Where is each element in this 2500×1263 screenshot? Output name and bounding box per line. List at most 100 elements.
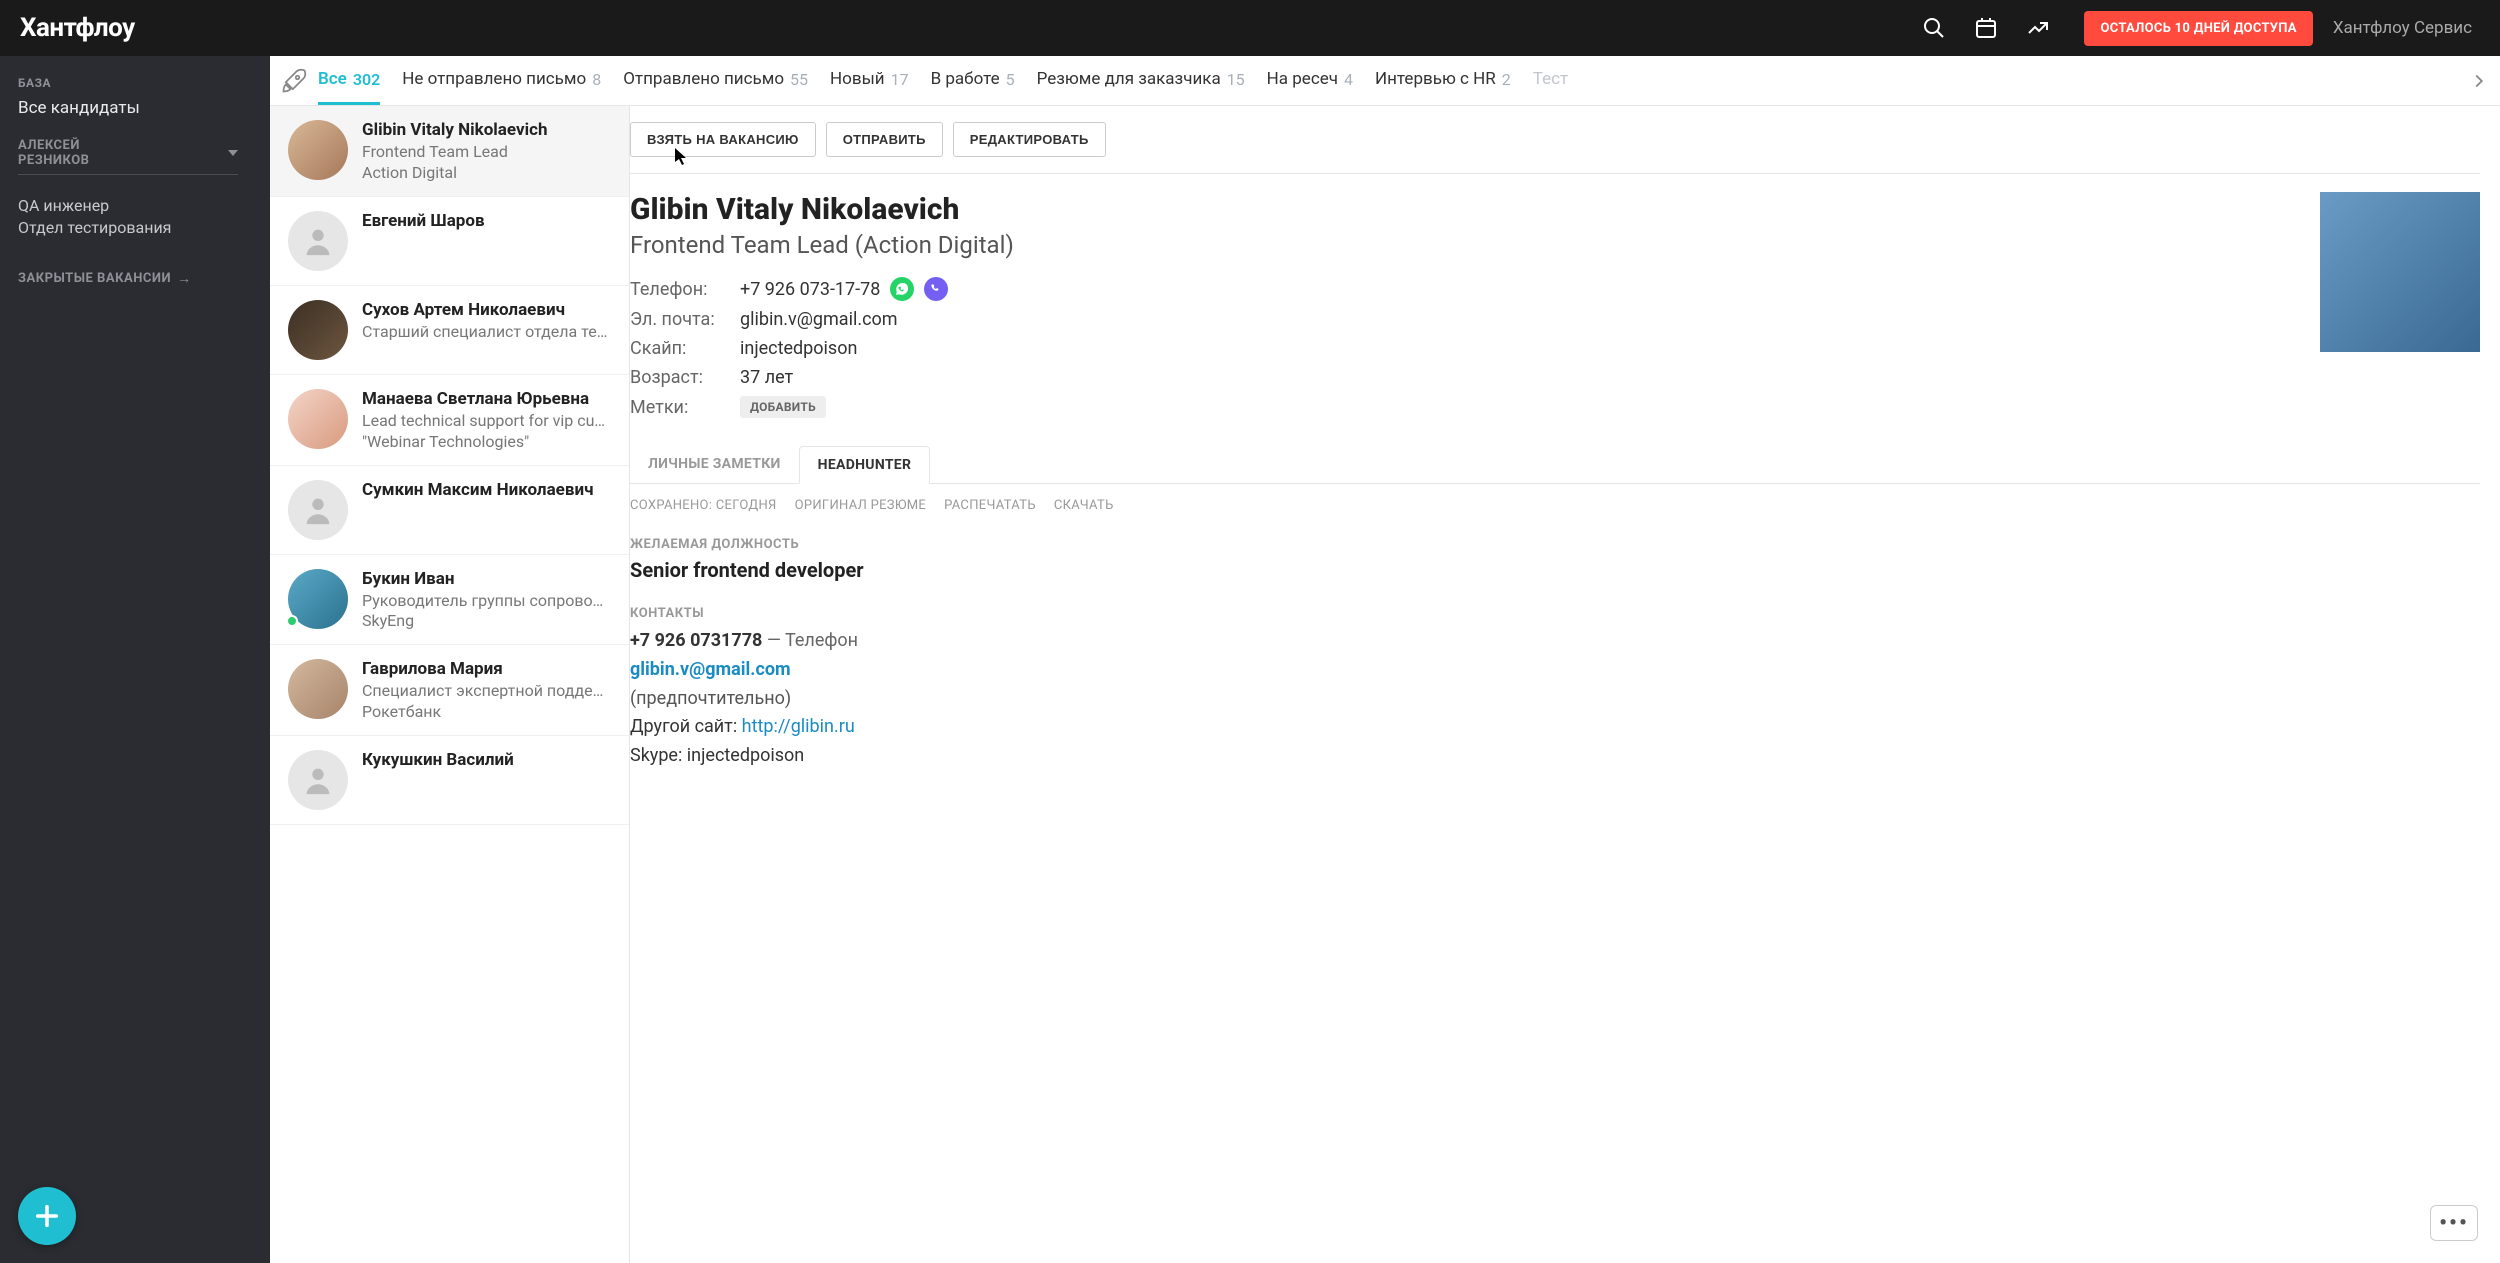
contact-email[interactable]: glibin.v@gmail.com <box>630 659 791 680</box>
phone-label: Телефон: <box>630 279 740 300</box>
email-label: Эл. почта: <box>630 309 740 330</box>
age-label: Возраст: <box>630 367 740 388</box>
candidate-item[interactable]: Сумкин Максим Николаевич <box>270 466 629 555</box>
candidate-company: SkyEng <box>362 611 611 630</box>
tab-personal-notes[interactable]: ЛИЧНЫЕ ЗАМЕТКИ <box>630 446 799 483</box>
status-tab-label: На ресеч <box>1267 69 1338 89</box>
add-button[interactable] <box>18 1187 76 1245</box>
candidate-company: "Webinar Technologies" <box>362 432 611 451</box>
candidate-item[interactable]: Гаврилова МарияСпециалист экспертной под… <box>270 645 629 736</box>
status-tab-7[interactable]: Интервью с HR 2 <box>1375 56 1511 105</box>
saved-label: СОХРАНЕНО: СЕГОДНЯ <box>630 498 777 513</box>
add-tag-button[interactable]: ДОБАВИТЬ <box>740 396 826 418</box>
candidate-position: Старший специалист отдела те… <box>362 322 611 343</box>
logo: Хантфлоу <box>20 13 135 43</box>
status-tab-3[interactable]: Новый17 <box>830 56 909 105</box>
status-tab-label: Тест <box>1533 69 1568 89</box>
avatar <box>288 211 348 271</box>
candidate-name: Сухов Артем Николаевич <box>362 300 611 320</box>
skype-label: Скайп: <box>630 338 740 359</box>
candidate-name: Гаврилова Мария <box>362 659 611 679</box>
status-tab-label: Не отправлено письмо <box>402 69 586 89</box>
print-link[interactable]: РАСПЕЧАТАТЬ <box>944 498 1036 513</box>
take-vacancy-button[interactable]: ВЗЯТЬ НА ВАКАНСИЮ <box>630 122 816 157</box>
status-tab-1[interactable]: Не отправлено письмо8 <box>402 56 601 105</box>
status-tab-count: 4 <box>1344 70 1353 89</box>
user-selector[interactable]: АЛЕКСЕЙ РЕЗНИКОВ <box>18 138 238 175</box>
status-tab-0[interactable]: Все 302 <box>318 56 380 105</box>
status-tab-count: 55 <box>790 70 808 89</box>
candidate-name: Евгений Шаров <box>362 211 611 231</box>
candidate-item[interactable]: Манаева Светлана ЮрьевнаLead technical s… <box>270 375 629 466</box>
candidate-item[interactable]: Евгений Шаров <box>270 197 629 286</box>
candidate-position: Frontend Team Lead <box>362 142 611 163</box>
chat-button[interactable]: ••• <box>2430 1205 2478 1241</box>
trial-button[interactable]: ОСТАЛОСЬ 10 ДНЕЙ ДОСТУПА <box>2084 11 2312 46</box>
candidate-item[interactable]: Сухов Артем НиколаевичСтарший специалист… <box>270 286 629 375</box>
candidate-detail: ВЗЯТЬ НА ВАКАНСИЮ ОТПРАВИТЬ РЕДАКТИРОВАТ… <box>630 106 2500 1263</box>
user-name: АЛЕКСЕЙ РЕЗНИКОВ <box>18 138 148 168</box>
vacancy-link-testing-dept[interactable]: Отдел тестирования <box>18 217 252 239</box>
candidate-name: Сумкин Максим Николаевич <box>362 480 611 500</box>
closed-vacancies-link[interactable]: ЗАКРЫТЫЕ ВАКАНСИИ → <box>18 270 252 287</box>
chevron-down-icon <box>228 150 238 156</box>
contact-site[interactable]: http://glibin.ru <box>742 716 855 737</box>
candidate-position: Специалист экспертной подде… <box>362 681 611 702</box>
age-value: 37 лет <box>740 367 2296 388</box>
calendar-icon[interactable] <box>1966 8 2006 48</box>
status-tab-6[interactable]: На ресеч 4 <box>1267 56 1353 105</box>
download-link[interactable]: СКАЧАТЬ <box>1054 498 1114 513</box>
candidate-name: Манаева Светлана Юрьевна <box>362 389 611 409</box>
arrow-right-icon: → <box>177 270 192 287</box>
status-tab-label: Все <box>318 69 347 89</box>
candidate-name: Букин Иван <box>362 569 611 589</box>
contact-phone-suffix: — Телефон <box>762 630 858 651</box>
status-tab-label: Интервью с HR <box>1375 69 1496 89</box>
other-site-label: Другой сайт: <box>630 716 742 737</box>
send-button[interactable]: ОТПРАВИТЬ <box>826 122 943 157</box>
candidate-company: Action Digital <box>362 163 611 182</box>
candidate-name: Glibin Vitaly Nikolaevich <box>362 120 611 140</box>
skype-value: injectedpoison <box>740 338 2296 359</box>
status-tab-count: 17 <box>891 70 909 89</box>
sidebar-all-candidates[interactable]: Все кандидаты <box>18 98 252 118</box>
tab-headhunter[interactable]: HEADHUNTER <box>799 446 931 484</box>
status-tabs: Все 302 Не отправлено письмо8 Отправлено пи… <box>270 56 2500 106</box>
candidate-position: Lead technical support for vip cu… <box>362 411 611 432</box>
phone-value: +7 926 073-17-78 <box>740 279 880 300</box>
status-tab-label: В работе <box>931 69 1000 89</box>
search-icon[interactable] <box>1914 8 1954 48</box>
sidebar: БАЗА Все кандидаты АЛЕКСЕЙ РЕЗНИКОВ QA и… <box>0 56 270 1263</box>
status-tab-label: Отправлено письмо <box>623 69 784 89</box>
status-tab-5[interactable]: Резюме для заказчика15 <box>1037 56 1245 105</box>
desired-position-value: Senior frontend developer <box>630 558 2480 582</box>
candidate-list: Glibin Vitaly NikolaevichFrontend Team L… <box>270 106 630 1263</box>
contact-preferred: (предпочтительно) <box>630 685 2480 714</box>
status-tab-count: 302 <box>353 70 380 89</box>
avatar <box>288 120 348 180</box>
tabs-next-button[interactable] <box>2464 66 2494 96</box>
candidate-item[interactable]: Glibin Vitaly NikolaevichFrontend Team L… <box>270 106 629 197</box>
avatar <box>288 389 348 449</box>
status-tab-2[interactable]: Отправлено письмо 55 <box>623 56 808 105</box>
viber-icon[interactable] <box>924 277 948 301</box>
contacts-label: КОНТАКТЫ <box>630 606 2480 621</box>
candidate-item[interactable]: Букин ИванРуководитель группы сопровож…S… <box>270 555 629 646</box>
tags-label: Метки: <box>630 397 740 418</box>
analytics-icon[interactable] <box>2018 8 2058 48</box>
whatsapp-icon[interactable] <box>890 277 914 301</box>
original-resume-link[interactable]: ОРИГИНАЛ РЕЗЮМЕ <box>795 498 927 513</box>
status-tab-8[interactable]: Тест <box>1533 56 1568 105</box>
avatar <box>288 750 348 810</box>
edit-button[interactable]: РЕДАКТИРОВАТЬ <box>953 122 1106 157</box>
service-link[interactable]: Хантфлоу Сервис <box>2333 18 2480 38</box>
rocket-icon[interactable] <box>280 67 308 95</box>
vacancy-link-qa[interactable]: QA инженер <box>18 195 252 217</box>
avatar <box>288 659 348 719</box>
candidate-position: Руководитель группы сопровож… <box>362 591 611 612</box>
status-tab-4[interactable]: В работе5 <box>931 56 1015 105</box>
online-indicator <box>286 615 298 627</box>
candidate-item[interactable]: Кукушкин Василий <box>270 736 629 825</box>
contact-skype: Skype: injectedpoison <box>630 742 2480 771</box>
status-tab-count: 2 <box>1502 70 1511 89</box>
